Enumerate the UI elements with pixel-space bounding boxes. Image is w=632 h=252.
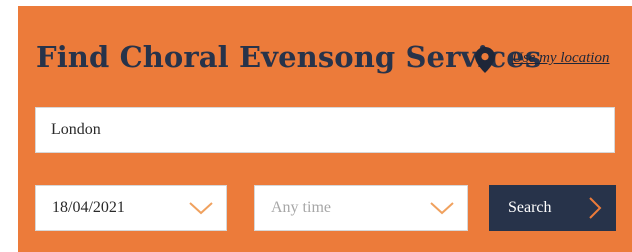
time-select-value: Any time bbox=[271, 199, 331, 216]
page-title: Find Choral Evensong Services bbox=[36, 40, 542, 74]
chevron-down-icon bbox=[430, 202, 454, 215]
search-panel: Find Choral Evensong Services Use my loc… bbox=[18, 6, 632, 252]
use-my-location-link[interactable]: Use my location bbox=[512, 50, 609, 67]
date-select-value: 18/04/2021 bbox=[52, 199, 125, 216]
time-select[interactable]: Any time bbox=[254, 185, 468, 231]
chevron-down-icon bbox=[189, 202, 213, 215]
map-pin-icon[interactable] bbox=[474, 46, 496, 74]
search-button[interactable]: Search bbox=[489, 185, 616, 231]
search-button-label: Search bbox=[508, 199, 552, 216]
location-search-input[interactable] bbox=[35, 107, 615, 153]
chevron-right-icon bbox=[589, 197, 602, 219]
date-select[interactable]: 18/04/2021 bbox=[35, 185, 227, 231]
